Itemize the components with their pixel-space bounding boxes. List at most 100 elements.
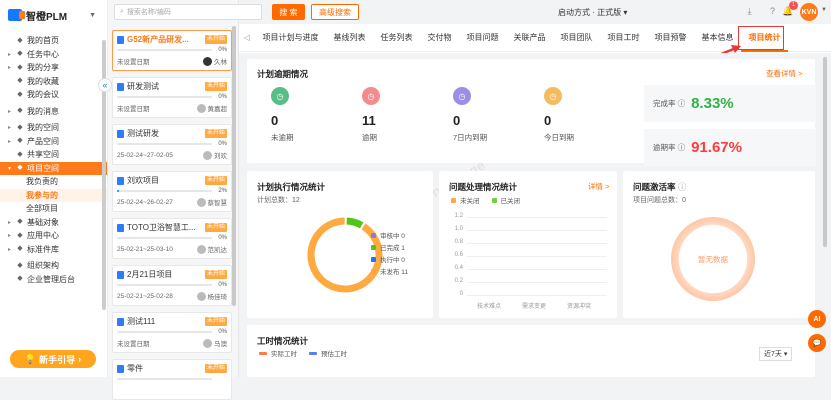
help-icon[interactable]: ? xyxy=(767,6,778,17)
sidebar-item[interactable]: ▸ ◆ 基础对象 xyxy=(0,216,107,230)
project-card[interactable]: TOTO卫浴智慧工... 未开始 0% 25-02-21~25-03-10 范凯达 xyxy=(112,218,232,259)
legend-item: 实际工时 xyxy=(259,347,297,359)
project-card[interactable]: 测试111 未开始 0% 未设置日期 马澳 xyxy=(112,312,232,353)
tab-item[interactable]: 项目计划与进度 xyxy=(255,24,326,52)
tab-item[interactable]: 项目工时 xyxy=(600,24,647,52)
admin-icon: ◆ xyxy=(17,275,23,283)
overdue-detail-link[interactable]: 查看详情 > xyxy=(766,68,802,79)
sidebar-item-label: 我负责的 xyxy=(26,177,58,187)
chat-icon[interactable]: 💬 xyxy=(808,334,826,352)
logo-icon xyxy=(8,9,25,21)
sidebar-item[interactable]: ▸ ◆ 我的分享 xyxy=(0,61,107,75)
progress-bar xyxy=(117,49,212,51)
statistics-content: Uniorange Uniorange Uniorange 计划逾期情况 查看详… xyxy=(239,53,831,377)
sidebar-item[interactable]: 我负责的 xyxy=(0,175,107,189)
status-badge: 未开始 xyxy=(204,176,227,185)
document-icon xyxy=(117,129,124,138)
y-tick-label: 1.2 xyxy=(454,213,463,219)
novice-guide-button[interactable]: 💡 新手引导 › xyxy=(10,350,96,368)
chevron-down-icon[interactable]: ▼ xyxy=(89,12,96,19)
stat-value: 0 xyxy=(453,113,461,128)
tab-item[interactable]: 关联产品 xyxy=(506,24,553,52)
project-card[interactable]: 测试研发 未开始 0% 25-02-24~27-02-05 刘欢 xyxy=(112,124,232,165)
sidebar-item[interactable]: ◆ 我的首页 xyxy=(0,34,107,48)
sidebar-item[interactable]: ▸ ◆ 我的空间 xyxy=(0,121,107,135)
issue-handling-card: 问题处理情况统计 详情 > 未关闭 已关闭 1.2 1.0 0.8 0.6 0.4 0.2 0… xyxy=(439,171,617,318)
avatar xyxy=(196,103,206,113)
progress-percent: 0% xyxy=(218,94,227,100)
org-icon: ◆ xyxy=(17,261,23,269)
app-logo[interactable]: 智橙PLM ▼ xyxy=(0,0,107,30)
top-bar: ⌕ 搜索名称/编码 搜 索 高级搜索 xyxy=(108,0,831,24)
completion-rate-label: 完成率 ⓘ xyxy=(653,99,686,108)
chevron-icon: ▸ xyxy=(8,125,12,132)
tab-item[interactable]: 任务列表 xyxy=(373,24,420,52)
tab-item[interactable]: 项目团队 xyxy=(553,24,600,52)
search-input[interactable]: ⌕ 搜索名称/编码 xyxy=(114,4,262,20)
sidebar-item[interactable]: ◆ 共享空间 xyxy=(0,148,107,162)
document-icon xyxy=(117,223,124,232)
sidebar-item[interactable]: 我参与的 xyxy=(0,188,107,202)
stat-value: 0 xyxy=(544,113,552,128)
launch-mode-select[interactable]: 启动方式 · 正式版 ▾ xyxy=(558,7,627,18)
project-icon: ◆ xyxy=(17,164,23,172)
sidebar-item[interactable]: ▸ ◆ 任务中心 xyxy=(0,48,107,62)
project-card[interactable]: 研发测试 未开始 0% 未设置日期 黄嘉超 xyxy=(112,77,232,118)
progress-fill xyxy=(117,190,119,192)
tab-scroll-left-icon[interactable]: ◁ xyxy=(239,33,255,42)
project-card[interactable]: 2月21日项目 未开始 0% 25-02-21~25-02-28 杨佳琦 xyxy=(112,265,232,306)
main-scrollbar[interactable] xyxy=(823,57,827,247)
sidebar-item[interactable]: ▸ ◆ 应用中心 xyxy=(0,229,107,243)
chevron-right-icon: › xyxy=(78,354,82,364)
project-owner: 久林 xyxy=(214,59,227,66)
project-list-scrollbar[interactable] xyxy=(232,26,236,306)
project-card[interactable]: G52新产品研发... 未开始 0% 未设置日期 久林 xyxy=(112,30,232,71)
overdue-stat: ◷ 0 7日内到期 xyxy=(453,87,487,143)
sidebar-item[interactable]: ▸ ◆ 标准件库 xyxy=(0,243,107,257)
sidebar-item[interactable]: ▸ ◆ 我的消息 xyxy=(0,105,107,119)
sidebar-item[interactable]: ▸ ◆ 产品空间 xyxy=(0,135,107,149)
app-icon: ◆ xyxy=(17,231,23,239)
collapse-sidebar-button[interactable]: « xyxy=(98,78,112,92)
project-date: 25-02-24~26-02-27 xyxy=(117,198,173,206)
tab-item[interactable]: 交付物 xyxy=(420,24,459,52)
project-card[interactable]: 零件 未开始 xyxy=(112,359,232,400)
chevron-down-icon[interactable]: ▼ xyxy=(821,7,827,13)
chevron-icon: ▸ xyxy=(8,108,12,115)
tab-item[interactable]: 项目问题 xyxy=(459,24,506,52)
x-tick-label: 需求变更 xyxy=(522,304,547,310)
overdue-stat: ◷ 0 未逾期 xyxy=(271,87,294,143)
project-owner: 刘欢 xyxy=(214,153,227,160)
avatar xyxy=(203,150,212,160)
sidebar-item[interactable]: ◆ 组织架构 xyxy=(0,259,107,273)
sidebar-item[interactable]: ▾ ◆ 项目空间 xyxy=(0,161,107,175)
project-name: TOTO卫浴智慧工... xyxy=(127,223,196,232)
sidebar-item[interactable]: ◆ 企业管理后台 xyxy=(0,273,107,287)
search-placeholder: 搜索名称/编码 xyxy=(126,9,171,16)
issue-detail-link[interactable]: 详情 > xyxy=(588,181,609,192)
search-button[interactable]: 搜 索 xyxy=(272,4,305,20)
tab-item[interactable]: 基线列表 xyxy=(326,24,373,52)
sidebar-item-label: 组织架构 xyxy=(27,261,59,271)
grid-line xyxy=(467,256,607,257)
activation-title: 问题激活率 ⓘ xyxy=(633,182,687,192)
no-data-label: 暂无数据 xyxy=(698,254,728,264)
sidebar-item-label: 我参与的 xyxy=(26,190,58,200)
download-icon[interactable]: ⤓ xyxy=(744,6,755,17)
app-name: 智橙PLM xyxy=(26,11,68,23)
worktime-range-select[interactable]: 近7天 ▾ xyxy=(759,347,793,361)
activation-ring: 暂无数据 xyxy=(671,217,755,301)
sidebar-item[interactable]: 全部项目 xyxy=(0,202,107,216)
sidebar-item[interactable]: ◆ 我的收藏 xyxy=(0,75,107,89)
project-card[interactable]: 刘欢项目 未开始 2% 25-02-24~26-02-27 蔡智慧 xyxy=(112,171,232,212)
advanced-search-button[interactable]: 高级搜索 xyxy=(311,4,359,20)
sidebar-item[interactable]: ◆ 我的会议 xyxy=(0,88,107,102)
sidebar-item-label: 我的收藏 xyxy=(27,76,59,86)
progress-bar xyxy=(117,237,212,239)
sidebar: 智橙PLM ▼ ◆ 我的首页 ▸ ◆ 任务中心 ▸ ◆ 我的分享 ◆ 我的收藏 ◆ 我的会议 ▸ ◆ 我的消… xyxy=(0,0,108,377)
ai-assistant-button[interactable]: AI xyxy=(808,310,826,328)
document-icon xyxy=(117,82,124,91)
overdue-stat: ◷ 11 逾期 xyxy=(362,87,380,143)
issue-handling-title: 问题处理情况统计 xyxy=(449,182,518,192)
user-avatar[interactable]: KVN xyxy=(800,3,818,21)
